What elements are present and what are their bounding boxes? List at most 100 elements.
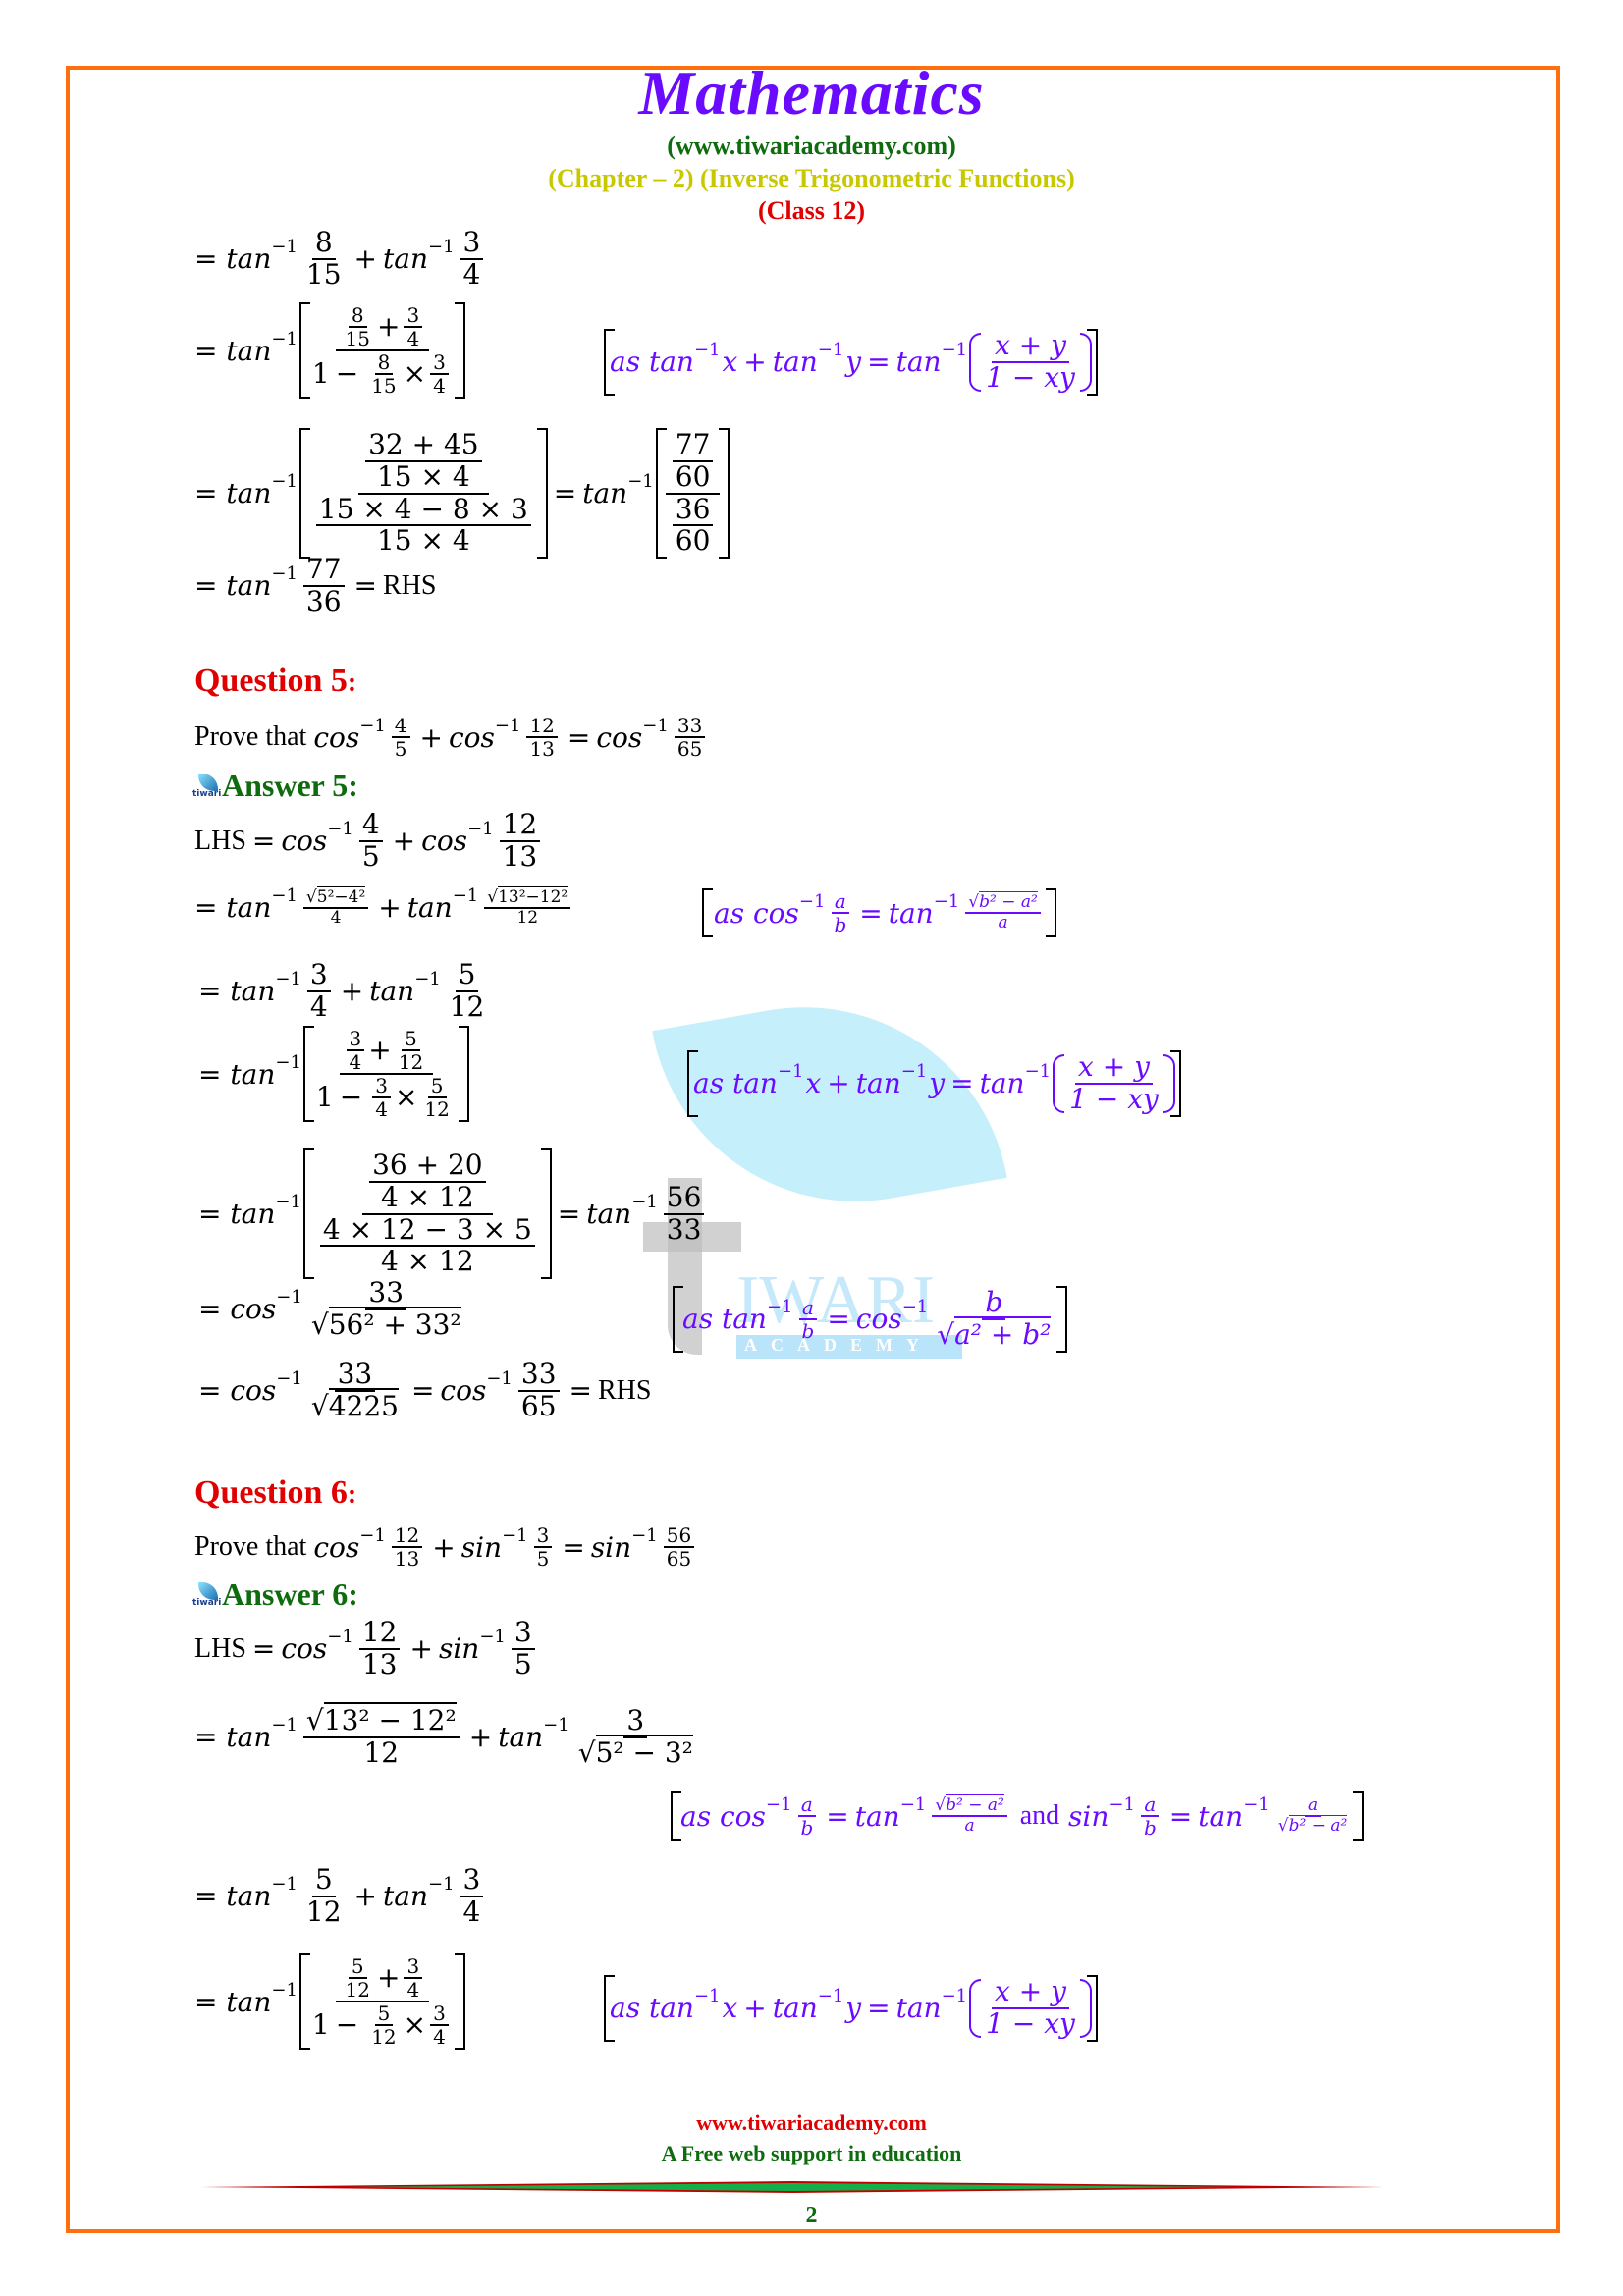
math-part: 12 13 [499,809,541,873]
math-token: 4 [433,374,446,398]
math-token: × [403,356,427,390]
math-part: cos −1 12 13 + sin −1 35 = sin −1 56 65 [313,1524,698,1570]
math-token: −1 [642,715,669,736]
math-token: = [410,1374,435,1408]
math-token: = [1168,1799,1193,1833]
math-part: 34 + 5 12 1− 34 × 5 12 [313,1028,460,1120]
math-token: 33 [666,1212,702,1246]
q5-hint-cos-to-tan: as cos −1 ab = tan −1 √b² − a² a [702,888,1056,937]
math-token: 5 [374,2002,394,2026]
math-token: −1 [467,819,494,840]
math-token: cos [421,825,468,858]
math-token: 12 [516,907,539,928]
math-token: −1 [777,1061,804,1083]
lhs-label: LHS [194,825,246,856]
math-token: 4 [406,327,420,350]
math-token: tan [230,975,276,1008]
math-token: 3 [511,1617,535,1650]
math-part: 12 13 [526,715,558,761]
math-part [969,333,982,392]
math-part [604,1975,615,2042]
math-token: 5² − 3² [595,1734,693,1769]
math-token: 13 [529,737,555,761]
math-part: 34 [346,1028,365,1073]
math-part: √b² − a² a [932,1794,1007,1835]
q5-step-1: LHS = cos −1 45 + cos −1 12 13 [194,809,544,873]
math-token: 5 [361,839,380,873]
math-part: 33 65 [517,1359,560,1422]
math-token: √ [310,1308,329,1341]
q6-hint-cos-sin-to-tan: as cos −1 ab = tan −1 √b² − a² a and sin −1 … [671,1791,1365,1841]
math-token: 3 [404,304,423,328]
math-token: tan [855,1067,901,1100]
math-part [298,302,310,399]
math-token: 3 [306,959,331,992]
math-part: 33 √4225 [308,1359,402,1422]
math-token: = [568,1374,592,1408]
math-token: b² − a² [979,891,1038,913]
math-part: 34 [430,2002,449,2048]
math-token: cos [281,1632,328,1666]
question-6-heading: Question 6: [194,1474,356,1512]
math-token: 5 [311,1864,336,1897]
math-token: 4 [330,907,342,928]
math-token: 1 [311,2007,330,2041]
math-token: −1 [359,1524,386,1546]
math-token: = [353,569,378,603]
math-token: 15 × 4 − 8 × 3 [315,494,531,527]
math-token: −1 [359,715,386,736]
footer-website-link[interactable]: www.tiwariacademy.com [0,2110,1623,2136]
math-token: tiwari [192,1597,222,1608]
math-part [1045,888,1056,937]
math-token: −1 [631,1524,658,1546]
math-token: tan [230,1057,276,1091]
math-token: = [198,1374,222,1408]
math-token: 5 [427,1075,447,1098]
math-token: as [714,896,745,930]
q6-step-4: = tan −1 5 12 + 34 1− 5 12 × 34 [194,1953,465,2050]
inverse-sup: −1 [271,328,298,349]
math-part: 1− 34 × 5 12 [313,1075,460,1120]
math-token: 5 [455,959,479,992]
math-part: : [347,1479,357,1510]
math-token: −1 [901,1297,929,1318]
math-part [1353,1791,1365,1841]
math-part: as tan −1 x + tan −1 y = tan −1 x + y1 − xy [693,1051,1175,1115]
math-token: sin [1068,1799,1109,1833]
math-part: √5² − 3² [575,1734,696,1769]
compound-fraction: 8 15 + 34 1− 8 15 × 34 [309,304,456,397]
math-token: tan [648,346,694,379]
math-token: = [194,569,218,603]
math-part: 34 + 5 12 [339,1028,434,1075]
math-token: Prove that [194,721,307,752]
math-token: 65 [676,737,703,761]
math-token: cos [230,1293,277,1326]
math-token: −1 [275,969,301,990]
fraction: 8 15 [303,227,345,291]
math-token: −1 [1024,1061,1052,1083]
math-part [1053,1054,1065,1113]
math-token: √ [305,887,317,907]
math-token: 8 [348,304,367,328]
math-token: + [419,721,443,754]
math-token: 3 [533,1524,553,1548]
math-part: 5 12 [421,1075,452,1120]
rhs-label: RHS [383,569,437,601]
math-part: √13²−12² 12 [484,886,571,928]
math-token: 12 [358,1617,401,1650]
math-part: x + y1 − xy [969,330,1092,394]
math-token: = [562,1530,585,1564]
equals: = [194,477,218,510]
math-part: as tan −1 x + tan −1 y = tan −1 x + y1 − xy [610,330,1092,394]
math-part: ab [831,890,849,935]
math-part: 4 × 12 − 3 × 54 × 12 [319,1214,535,1278]
math-token: 1 − xy [986,360,1075,394]
math-token: 4 [462,1895,481,1928]
q4-step-1: = tan −1 8 15 + tan −1 34 [194,227,487,291]
math-token: tan [586,1198,632,1231]
math-part [298,1953,310,2050]
math-token: √ [935,1795,947,1816]
question-5-heading: Question 5: [194,663,356,700]
math-part [719,428,730,560]
math-token: 4 × 12 [380,1245,474,1278]
